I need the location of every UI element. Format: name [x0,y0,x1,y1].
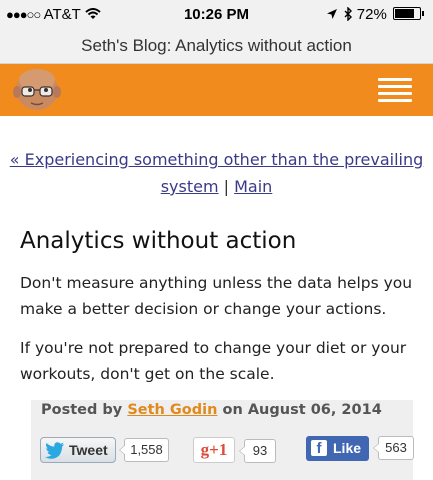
posted-by-label: Posted by [41,402,123,418]
post-paragraph: If you're not prepared to change your di… [20,339,407,383]
post-byline: Posted by Seth Godin on August 06, 2014 [41,402,382,418]
main-link[interactable]: Main [234,177,272,196]
status-right: 72% [326,6,424,23]
tweet-button[interactable]: Tweet [40,437,116,463]
twitter-bird-icon [45,442,64,459]
bluetooth-icon [344,6,352,22]
browser-title-bar[interactable]: Seth's Blog: Analytics without action [0,33,433,64]
google-plus-button[interactable]: g+1 [193,437,235,463]
author-link[interactable]: Seth Godin [127,402,217,418]
location-arrow-icon [327,9,338,19]
tweet-label: Tweet [69,442,108,458]
hamburger-menu-icon[interactable] [378,78,412,104]
post-title: Analytics without action [20,228,297,254]
nav-separator: | [223,177,230,196]
google-plus-label: g+1 [200,440,228,459]
post-navigation: « Experiencing something other than the … [0,146,433,200]
facebook-icon: f [311,440,327,457]
author-avatar[interactable] [8,66,66,110]
status-bar: ●●●○○ AT&T 10:26 PM 72% [0,0,433,33]
battery-icon [393,7,424,20]
post-paragraph: Don't measure anything unless the data h… [20,274,413,318]
tweet-count: 1,558 [119,438,169,462]
facebook-like-count: 563 [373,436,414,460]
previous-post-link[interactable]: « Experiencing something other than the … [10,150,424,196]
facebook-like-button[interactable]: f Like [306,436,369,461]
facebook-like-label: Like [333,440,362,456]
post-date: on August 06, 2014 [222,402,382,418]
post-body: Don't measure anything unless the data h… [20,270,425,400]
battery-percent: 72% [356,6,387,23]
google-plus-count: 93 [239,439,276,463]
